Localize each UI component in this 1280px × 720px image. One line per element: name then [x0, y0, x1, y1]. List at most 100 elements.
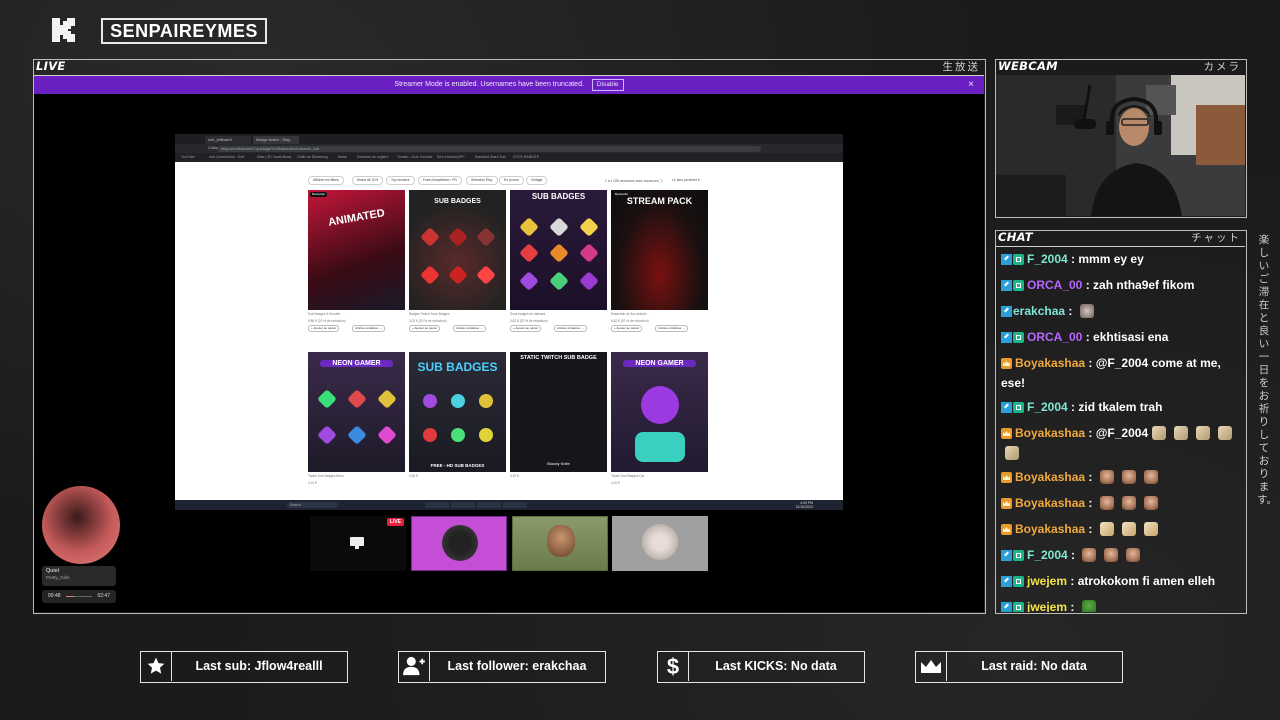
bookmark[interactable]: Music	[338, 155, 347, 160]
product-name[interactable]: Sub Badges & Emotes	[308, 312, 405, 317]
filter-chip[interactable]: Afficher les filtres	[308, 176, 344, 185]
product-image[interactable]: SUB BADGES	[409, 190, 506, 310]
taskbar-app[interactable]	[451, 502, 475, 508]
bookmark[interactable]: Outils de Streaming	[297, 155, 328, 160]
filter-chip[interactable]: Top vendeur	[386, 176, 415, 185]
progress-track	[66, 596, 92, 597]
chat-username[interactable]: Boyakashaa	[1015, 426, 1085, 440]
chat-username[interactable]: Boyakashaa	[1015, 522, 1085, 536]
progress-fill	[66, 596, 74, 597]
chat-username[interactable]: jwejem	[1027, 600, 1067, 612]
product-image[interactable]: ANIMATED Bestseller	[308, 190, 405, 310]
taskbar-search[interactable]: Search	[287, 502, 338, 508]
chat-username[interactable]: F_2004	[1027, 400, 1068, 414]
chat-username[interactable]: Boyakashaa	[1015, 496, 1085, 510]
add-to-cart-button[interactable]: + Ajouter au panier	[611, 325, 643, 332]
subscriber-badge-icon	[1013, 254, 1024, 265]
address-bar[interactable]: etsy.com/fr/search?q=badge%20twitch&ref=…	[217, 146, 761, 152]
chat-username[interactable]: F_2004	[1027, 548, 1068, 562]
bookmark[interactable]: GYOV BANDITE	[513, 155, 539, 160]
product-image[interactable]: STATIC TWITCH SUB BADGE Bloody Knife	[510, 352, 607, 472]
product-card[interactable]: NEON GAMER Twitch Sub Badges Cat 4,10 €	[611, 352, 708, 485]
chat-username[interactable]: erakchaa	[1013, 304, 1065, 318]
bookmark[interactable]: YouTube	[181, 155, 195, 160]
close-banner-icon[interactable]: ×	[968, 76, 974, 94]
chat-username[interactable]: Boyakashaa	[1015, 470, 1085, 484]
participant-thumbnail[interactable]	[411, 516, 507, 571]
product-name[interactable]: Badges Twitch Sous Badges	[409, 312, 506, 317]
live-screen: Streamer Mode is enabled. Usernames have…	[34, 76, 984, 612]
emote-face	[1126, 548, 1141, 562]
bookmark[interactable]: sub | screenshot - Kick	[209, 155, 244, 160]
live-badge: LIVE	[386, 518, 404, 526]
product-image-title: SUB BADGES	[417, 360, 498, 374]
chat-username[interactable]: ORCA_00	[1027, 278, 1082, 292]
track-duration: 02:47	[97, 593, 110, 599]
product-card[interactable]: SUB BADGES FREE - HD SUB BADGES 2,50 €	[409, 352, 506, 479]
product-name[interactable]: Twitch Sub Badges Neon	[308, 474, 405, 479]
screen-share-thumbnail[interactable]: LIVE	[310, 516, 406, 571]
taskbar-app[interactable]	[477, 502, 501, 508]
chat-separator: :	[1067, 400, 1079, 414]
add-to-cart-button[interactable]: + Ajouter au panier	[308, 325, 340, 332]
sort-dropdown[interactable]: Le plus pertinent ▾	[672, 178, 700, 182]
emote-pepe	[1081, 600, 1096, 612]
emote-face	[1121, 470, 1136, 484]
product-image-title: STREAM PACK	[626, 196, 693, 206]
chat-message: F_2004 : zid tkalem trah	[996, 395, 1245, 421]
track-title: Quiet	[46, 568, 60, 574]
bookmark[interactable]: Données de registre	[357, 155, 389, 160]
chat-message: Boyakashaa :	[996, 491, 1245, 517]
kick-badge-icon	[1001, 280, 1012, 291]
product-card[interactable]: STREAM PACK Bestseller Ensemble de flux …	[611, 190, 708, 332]
participant-camera-thumbnail[interactable]	[512, 516, 608, 571]
product-image[interactable]: SUB BADGES FREE - HD SUB BADGES	[409, 352, 506, 472]
participant-thumbnail[interactable]	[612, 516, 708, 571]
add-to-cart-button[interactable]: + Ajouter au panier	[510, 325, 542, 332]
chat-text: atrokokom fi amen elleh	[1077, 574, 1216, 588]
chat-username[interactable]: F_2004	[1027, 252, 1068, 266]
product-card[interactable]: STATIC TWITCH SUB BADGE Bloody Knife 3,2…	[510, 352, 607, 479]
bookmark[interactable]: Tomato - Ecar Cookies	[397, 155, 432, 160]
browser-tab-active[interactable]: Badge twitch - Etsy France	[253, 136, 299, 150]
add-to-cart-button[interactable]: + Ajouter au panier	[409, 325, 441, 332]
product-image[interactable]: SUB BADGES	[510, 190, 607, 310]
bookmark[interactable]: Mike | ZK Vocal Music	[257, 155, 291, 160]
bookmark[interactable]: Standard Stars Sub	[475, 155, 506, 160]
chat-username[interactable]: ORCA_00	[1027, 330, 1082, 344]
product-name[interactable]: Sous badges de diamant	[510, 312, 607, 317]
product-image[interactable]: STREAM PACK Bestseller	[611, 190, 708, 310]
filter-chip[interactable]: Frais d'expédition : FR	[418, 176, 462, 185]
product-card[interactable]: SUB BADGES Badges Twitch Sous Badges 3,0…	[409, 190, 506, 332]
product-image[interactable]: NEON GAMER	[308, 352, 405, 472]
product-card[interactable]: ANIMATED Bestseller Sub Badges & Emotes …	[308, 190, 405, 332]
chat-username[interactable]: jwejem	[1027, 574, 1067, 588]
taskbar-app[interactable]	[425, 502, 449, 508]
filter-chip[interactable]: Sélection Etsy	[466, 176, 498, 185]
disable-streamer-mode-button[interactable]: Disable	[591, 79, 624, 91]
track-artist: Pretty_Girls	[46, 575, 70, 580]
product-image-title: SUB BADGES	[434, 198, 481, 205]
similar-items-link[interactable]: Articles similaires →	[352, 325, 386, 332]
product-name[interactable]: Twitch Sub Badges Cat	[611, 474, 708, 479]
track-info: Quiet Pretty_Girls	[42, 566, 116, 586]
browser-tab-strip: sub_jeffkate5 Collages - Shale Badge twi…	[175, 134, 843, 150]
filter-chip[interactable]: En promo	[499, 176, 524, 185]
chat-username[interactable]: Boyakashaa	[1015, 356, 1085, 370]
chat-list: F_2004 : mmm ey ey ORCA_00 : zah ntha9ef …	[996, 247, 1245, 612]
filter-chip[interactable]: Vintage	[526, 176, 548, 185]
product-image[interactable]: NEON GAMER	[611, 352, 708, 472]
product-price: 4,10 €	[611, 480, 620, 485]
product-card[interactable]: NEON GAMER Twitch Sub Badges Neon 4,10 €	[308, 352, 405, 485]
product-name[interactable]: Ensemble de flux animés	[611, 312, 708, 317]
similar-items-link[interactable]: Articles similaires →	[453, 325, 487, 332]
bookmark[interactable]: Kit's Inventory/PC	[437, 155, 465, 160]
channel-name: SENPAIREYMES	[101, 18, 267, 44]
similar-items-link[interactable]: Articles similaires →	[554, 325, 588, 332]
product-card[interactable]: SUB BADGES Sous badges de diamant 3,62 €…	[510, 190, 607, 332]
browser-tab[interactable]: sub_jeffkate5 Collages - Shale	[205, 136, 251, 150]
similar-items-link[interactable]: Articles similaires →	[655, 325, 689, 332]
star-icon	[147, 657, 165, 674]
taskbar-app[interactable]	[503, 502, 527, 508]
filter-chip[interactable]: Moins de 20 €	[352, 176, 384, 185]
